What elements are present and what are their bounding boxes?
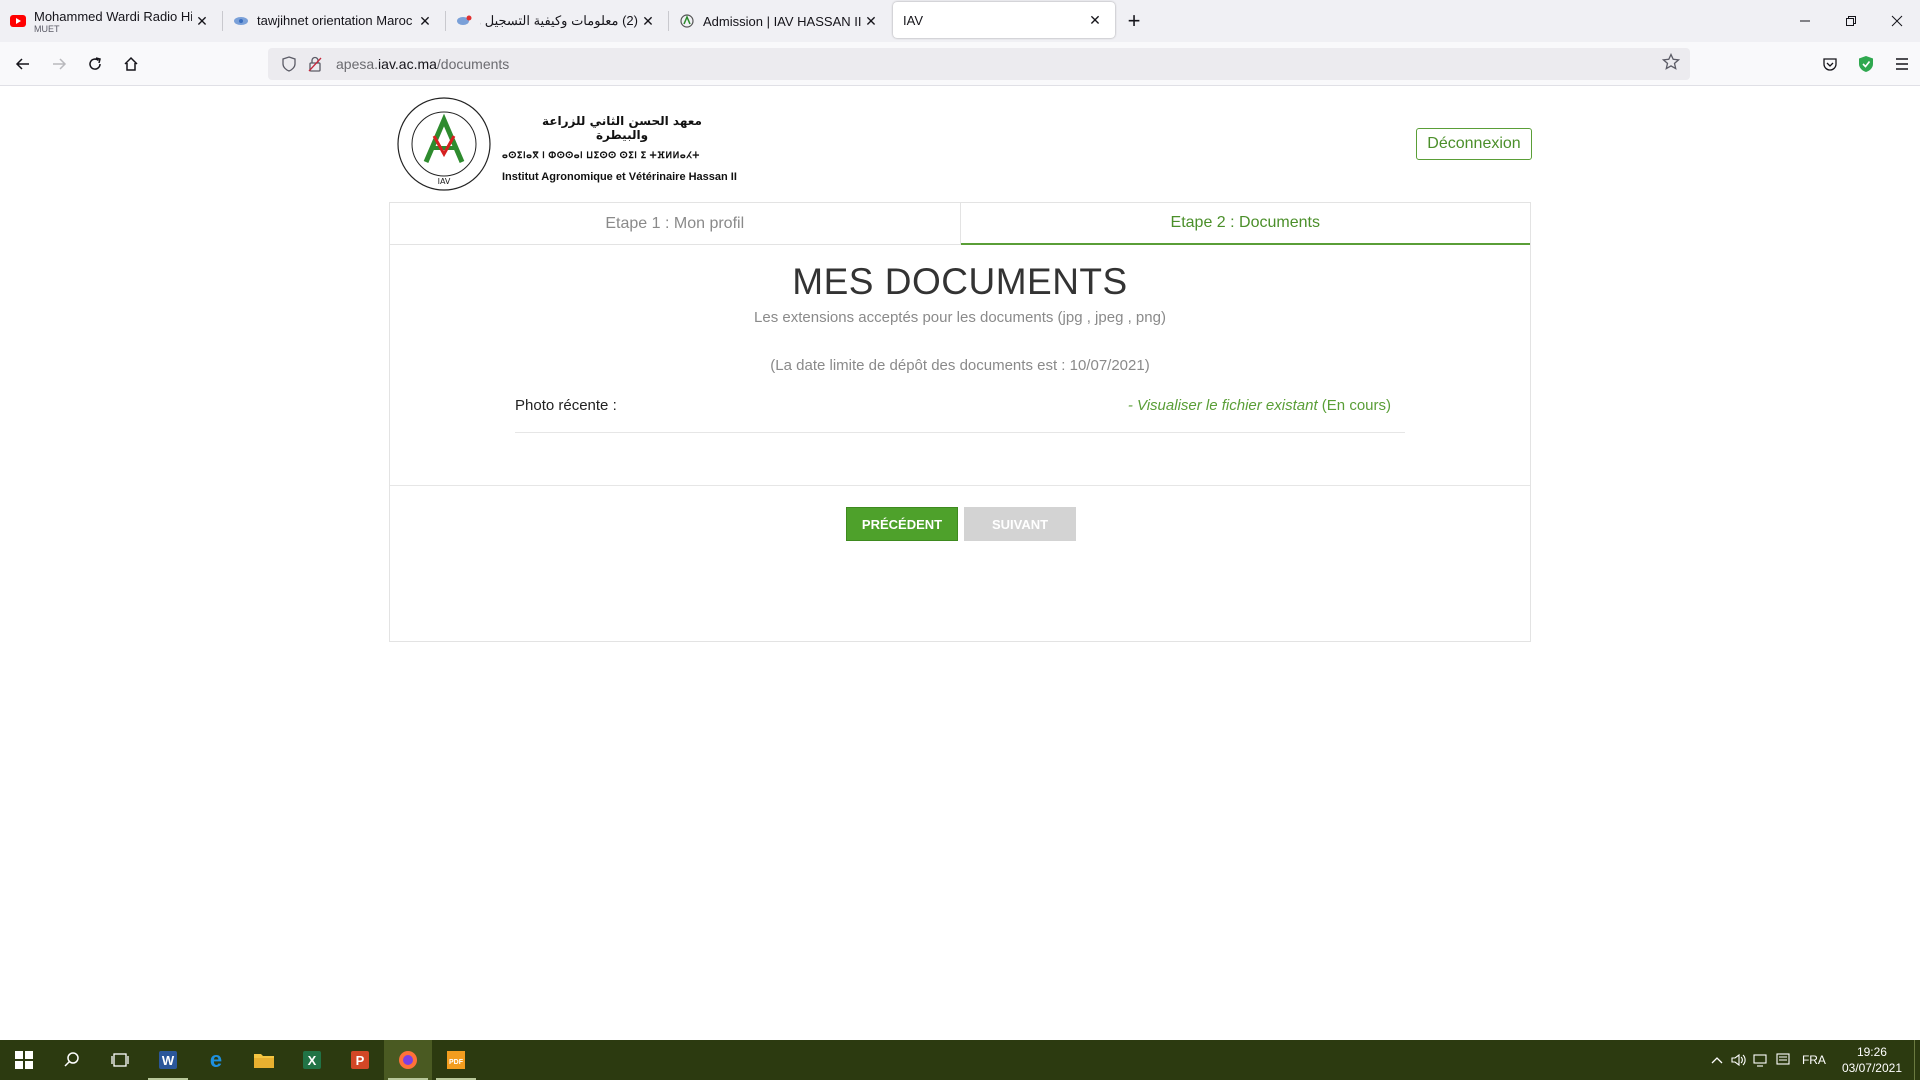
action-center-icon[interactable] (1772, 1040, 1794, 1080)
iav-icon (679, 13, 695, 29)
next-button[interactable]: Suivant (964, 507, 1076, 541)
forward-arrow-icon[interactable] (44, 49, 74, 79)
view-file-link[interactable]: - Visualiser le fichier existant (1128, 397, 1318, 414)
svg-text:P: P (356, 1053, 365, 1068)
windows-start-icon[interactable] (0, 1040, 48, 1080)
shield-icon[interactable] (278, 53, 300, 75)
tab-step-documents[interactable]: Etape 2 : Documents (960, 203, 1530, 245)
browser-tab-admission[interactable]: Admission | IAV HASSAN II ✕ (669, 2, 891, 40)
file-explorer-icon[interactable] (240, 1040, 288, 1080)
edge-app-icon[interactable]: e (192, 1040, 240, 1080)
url-path: /documents (436, 56, 510, 72)
menu-hamburger-icon[interactable] (1884, 49, 1920, 79)
search-icon[interactable] (48, 1040, 96, 1080)
institution-name-tifinagh: ⴰⵙⵉⵏⴰⴳ ⵏ ⵀⵙⵙⴰⵏ ⵡⵉⵙⵙ ⵙⵉⵏ ⵉ ⵜⴼⵍⵍⴰⵃⵜ (502, 150, 700, 160)
lock-insecure-icon[interactable] (304, 53, 326, 75)
clock-time: 19:26 (1856, 1045, 1887, 1059)
bookmark-star-icon[interactable] (1661, 52, 1681, 76)
youtube-icon (10, 13, 26, 29)
step-tabs: Etape 1 : Mon profil Etape 2 : Documents (390, 203, 1530, 245)
restore-icon[interactable] (1828, 0, 1874, 42)
task-view-icon[interactable] (96, 1040, 144, 1080)
tab-title: Admission | IAV HASSAN II (703, 13, 861, 29)
pdf-app-icon[interactable]: PDF (432, 1040, 480, 1080)
close-window-icon[interactable] (1874, 0, 1920, 42)
clock-date: 03/07/2021 (1841, 1061, 1902, 1075)
url-subdomain: apesa. (336, 56, 379, 72)
browser-tab-iav-active[interactable]: IAV ✕ (893, 2, 1115, 38)
show-desktop-button[interactable] (1914, 1040, 1920, 1080)
reload-icon[interactable] (80, 49, 110, 79)
document-status: - Visualiser le fichier existant (En cou… (1128, 397, 1391, 414)
tawjihnet-icon (456, 13, 472, 29)
close-tab-icon[interactable]: ✕ (1085, 10, 1105, 30)
iav-logo[interactable]: IAV (396, 96, 492, 192)
tab-muted-label: MUET (34, 23, 60, 34)
address-bar[interactable]: apesa.iav.ac.ma/documents (268, 48, 1690, 80)
tab-step-profile[interactable]: Etape 1 : Mon profil (390, 203, 961, 244)
previous-button[interactable]: Précédent (846, 507, 958, 541)
deadline-note: (La date limite de dépôt des documents e… (770, 357, 1150, 374)
browser-tab-tawjihnet[interactable]: tawjihnet orientation Maroc تو ✕ (223, 2, 445, 40)
page-content: IAV معهد الحسن الثاني للزراعة والبيطرة ⴰ… (0, 86, 1920, 1040)
chevron-up-icon[interactable] (1706, 1040, 1728, 1080)
tab-title: Mohammed Wardi Radio Hits à (34, 8, 192, 24)
close-tab-icon[interactable]: ✕ (415, 11, 435, 31)
browser-tab-registration[interactable]: (2) معلومات وكيفية التسجيل والان ✕ (446, 2, 668, 40)
svg-text:W: W (162, 1053, 175, 1068)
url-domain: iav.ac.ma (378, 56, 437, 72)
institution-name-french: Institut Agronomique et Vétérinaire Hass… (502, 171, 737, 183)
page-title: MES DOCUMENTS (792, 261, 1128, 302)
extension-shield-icon[interactable] (1848, 49, 1884, 79)
card-footer-divider (390, 485, 1530, 486)
input-language[interactable]: FRA (1802, 1053, 1826, 1067)
close-tab-icon[interactable]: ✕ (192, 11, 212, 31)
back-arrow-icon[interactable] (8, 49, 38, 79)
network-icon[interactable] (1750, 1040, 1772, 1080)
url-text: apesa.iav.ac.ma/documents (336, 56, 509, 72)
svg-text:PDF: PDF (449, 1059, 464, 1066)
toolbar-right (1812, 49, 1920, 79)
svg-text:X: X (308, 1053, 317, 1068)
tab-title: tawjihnet orientation Maroc تو (257, 13, 415, 28)
clock[interactable]: 19:26 03/07/2021 (1842, 1044, 1902, 1076)
navigation-bar: apesa.iav.ac.ma/documents (0, 42, 1920, 86)
pocket-icon[interactable] (1812, 49, 1848, 79)
close-tab-icon[interactable]: ✕ (861, 11, 881, 31)
tawjihnet-icon (233, 13, 249, 29)
tab-title: IAV (903, 12, 923, 28)
documents-card: Etape 1 : Mon profil Etape 2 : Documents… (389, 202, 1531, 642)
home-icon[interactable] (116, 49, 146, 79)
document-label: Photo récente : (515, 397, 617, 414)
svg-text:e: e (210, 1049, 222, 1071)
minimize-icon[interactable] (1782, 0, 1828, 42)
logout-button[interactable]: Déconnexion (1416, 128, 1532, 160)
firefox-app-icon[interactable] (384, 1040, 432, 1080)
tab-strip: Mohammed Wardi Radio Hits à MUET ✕ tawji… (0, 0, 1920, 42)
tab-title: (2) معلومات وكيفية التسجيل والان (480, 13, 638, 28)
close-tab-icon[interactable]: ✕ (638, 11, 658, 31)
excel-app-icon[interactable]: X (288, 1040, 336, 1080)
institution-name-arabic: معهد الحسن الثاني للزراعة والبيطرة (542, 114, 702, 142)
powerpoint-app-icon[interactable]: P (336, 1040, 384, 1080)
system-tray: FRA 19:26 03/07/2021 (1706, 1040, 1920, 1080)
browser-tab-youtube[interactable]: Mohammed Wardi Radio Hits à MUET ✕ (0, 2, 222, 40)
word-app-icon[interactable]: W (144, 1040, 192, 1080)
window-controls (1782, 0, 1920, 42)
new-tab-icon[interactable]: + (1117, 4, 1151, 38)
windows-taskbar: W e X P PDF FRA 19:26 03/07/2021 (0, 1040, 1920, 1080)
institution-name-block: معهد الحسن الثاني للزراعة والبيطرة ⴰⵙⵉⵏⴰ… (502, 114, 752, 183)
volume-icon[interactable] (1728, 1040, 1750, 1080)
document-row: Photo récente : - Visualiser le fichier … (515, 397, 1405, 433)
document-status-text: (En cours) (1317, 397, 1391, 414)
logo-caption: IAV (438, 177, 451, 186)
extensions-note: Les extensions acceptés pour les documen… (754, 309, 1166, 326)
